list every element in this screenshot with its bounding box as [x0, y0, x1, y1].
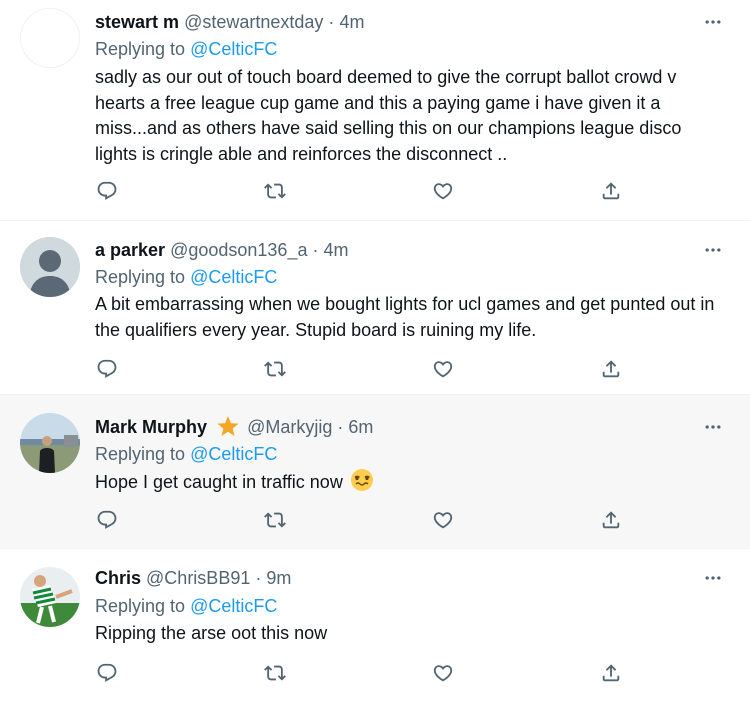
default-avatar-icon	[20, 237, 80, 297]
action-bar	[0, 506, 750, 536]
tweet-text: Hope I get caught in traffic now	[95, 472, 343, 492]
user-handle[interactable]: @stewartnextday	[184, 12, 323, 32]
tweet-header: Mark Murphy @Markyjig · 6m	[95, 415, 373, 443]
like-icon[interactable]	[429, 506, 457, 534]
mention-link[interactable]: @CelticFC	[190, 39, 277, 59]
tweet-text-row: Hope I get caught in traffic now	[95, 468, 725, 500]
more-options-icon[interactable]	[702, 240, 724, 260]
tweet[interactable]: a parker @goodson136_a · 4m Replying to …	[0, 221, 750, 395]
profile-photo	[20, 413, 80, 473]
tweet-header: Chris @ChrisBB91 · 9m	[95, 566, 291, 590]
mention-link[interactable]: @CelticFC	[190, 444, 277, 464]
tweet[interactable]: Chris @ChrisBB91 · 9m Replying to @Celti…	[0, 549, 750, 708]
user-handle[interactable]: @goodson136_a	[170, 240, 307, 260]
retweet-icon[interactable]	[261, 355, 289, 383]
avatar[interactable]	[20, 567, 80, 627]
action-bar	[0, 355, 750, 385]
timestamp[interactable]: 6m	[348, 417, 373, 437]
separator-dot: ·	[328, 12, 335, 32]
separator-dot: ·	[337, 417, 344, 437]
mention-link[interactable]: @CelticFC	[190, 596, 277, 616]
more-options-icon[interactable]	[702, 568, 724, 588]
display-name[interactable]: Mark Murphy	[95, 417, 207, 437]
woozy-face-emoji-icon	[350, 468, 374, 500]
star-emoji-icon	[216, 415, 240, 443]
retweet-icon[interactable]	[261, 659, 289, 687]
retweet-icon[interactable]	[261, 506, 289, 534]
display-name[interactable]: stewart m	[95, 12, 179, 32]
user-handle[interactable]: @ChrisBB91	[146, 568, 250, 588]
share-icon[interactable]	[597, 659, 625, 687]
more-options-icon[interactable]	[702, 417, 724, 437]
share-icon[interactable]	[597, 177, 625, 205]
tweet-header: stewart m @stewartnextday · 4m	[95, 10, 364, 34]
like-icon[interactable]	[429, 177, 457, 205]
avatar[interactable]	[20, 237, 80, 297]
replying-to: Replying to @CelticFC	[95, 37, 277, 61]
replying-to-label: Replying to	[95, 596, 186, 616]
timestamp[interactable]: 9m	[266, 568, 291, 588]
share-icon[interactable]	[597, 506, 625, 534]
avatar[interactable]	[20, 413, 80, 473]
tweet-text: Ripping the arse oot this now	[95, 623, 328, 643]
replying-to: Replying to @CelticFC	[95, 265, 277, 289]
retweet-icon[interactable]	[261, 177, 289, 205]
reply-icon[interactable]	[93, 355, 121, 383]
tweet-text: sadly as our out of touch board deemed t…	[95, 67, 682, 164]
replying-to-label: Replying to	[95, 444, 186, 464]
user-handle[interactable]: @Markyjig	[247, 417, 332, 437]
replying-to: Replying to @CelticFC	[95, 442, 277, 466]
profile-photo	[20, 567, 80, 627]
tweet[interactable]: stewart m @stewartnextday · 4m Replying …	[0, 0, 750, 221]
replying-to-label: Replying to	[95, 267, 186, 287]
more-options-icon[interactable]	[702, 12, 724, 32]
avatar[interactable]	[20, 8, 80, 68]
like-icon[interactable]	[429, 659, 457, 687]
reply-icon[interactable]	[93, 177, 121, 205]
like-icon[interactable]	[429, 355, 457, 383]
timestamp[interactable]: 4m	[339, 12, 364, 32]
action-bar	[0, 177, 750, 207]
replying-to-label: Replying to	[95, 39, 186, 59]
reply-icon[interactable]	[93, 659, 121, 687]
reply-icon[interactable]	[93, 506, 121, 534]
tweet-text: A bit embarrassing when we bought lights…	[95, 294, 715, 340]
share-icon[interactable]	[597, 355, 625, 383]
separator-dot: ·	[312, 240, 319, 260]
display-name[interactable]: Chris	[95, 568, 141, 588]
mention-link[interactable]: @CelticFC	[190, 267, 277, 287]
separator-dot: ·	[255, 568, 262, 588]
tweet-header: a parker @goodson136_a · 4m	[95, 238, 349, 262]
display-name[interactable]: a parker	[95, 240, 165, 260]
tweet[interactable]: Mark Murphy @Markyjig · 6m Replying to @…	[0, 395, 750, 549]
replying-to: Replying to @CelticFC	[95, 594, 277, 618]
action-bar	[0, 659, 750, 689]
timestamp[interactable]: 4m	[324, 240, 349, 260]
